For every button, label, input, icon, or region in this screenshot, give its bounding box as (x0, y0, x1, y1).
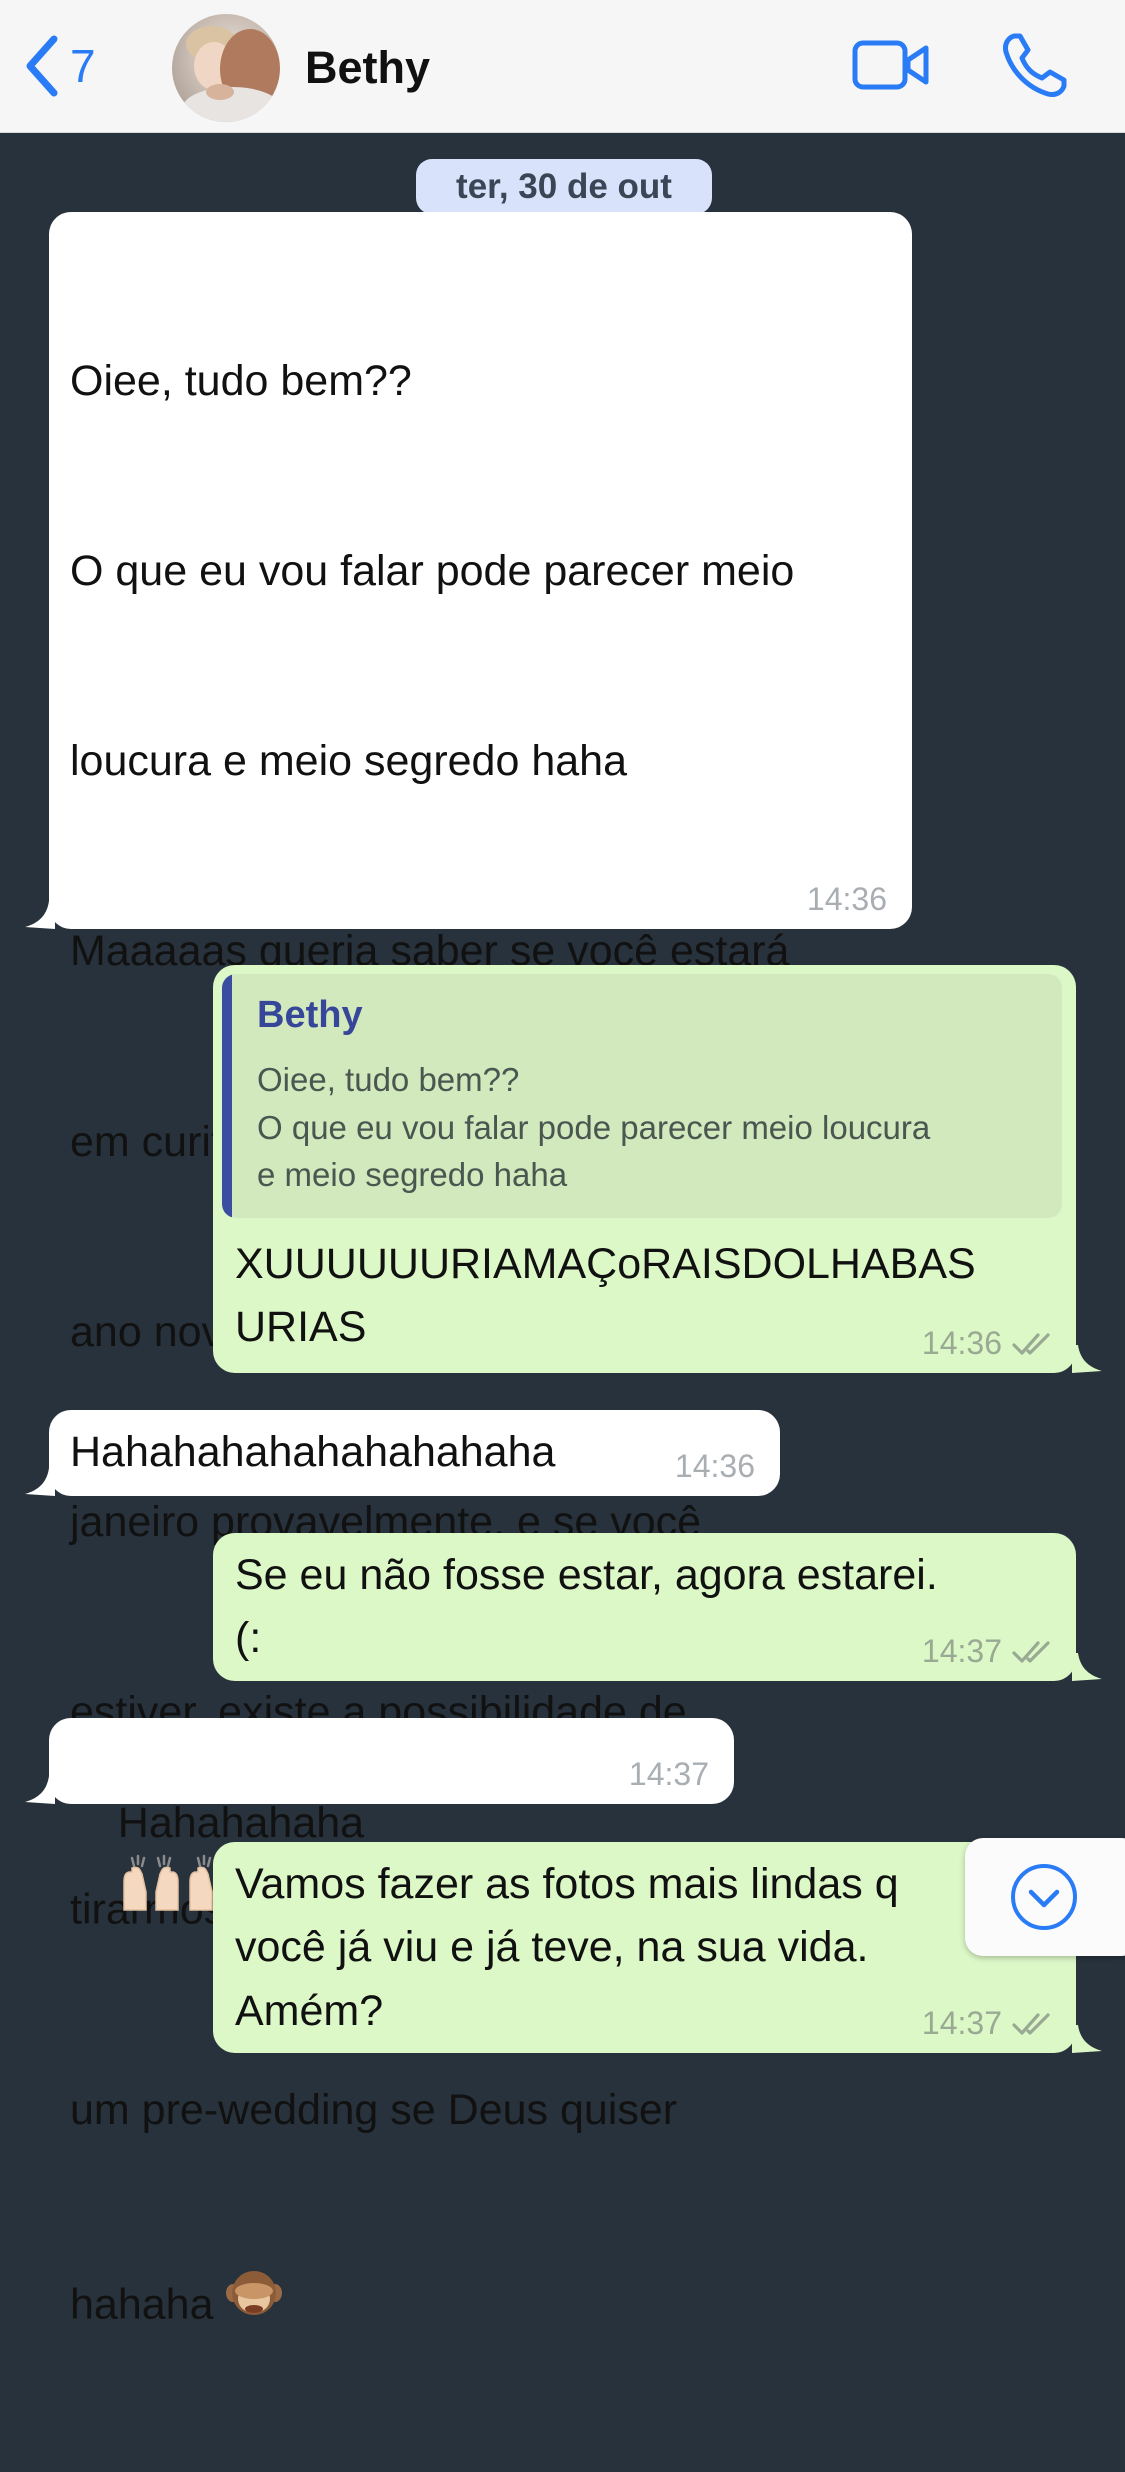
voice-call-button[interactable] (1000, 30, 1070, 105)
scroll-down-icon (1011, 1864, 1077, 1930)
read-checks-icon (1012, 2013, 1050, 2035)
message-bubble-outgoing[interactable]: Bethy Oiee, tudo bem?? O que eu vou fala… (213, 965, 1102, 1373)
message-line: um pre-wedding se Deus quiser (70, 2085, 678, 2134)
bubble-tail (25, 1776, 55, 1804)
message-time: 14:36 (806, 881, 887, 917)
bubble-tail (1072, 1345, 1102, 1373)
video-camera-icon (852, 40, 929, 90)
message-line: Oiee, tudo bem?? (70, 356, 412, 405)
chat-header: 7 Bethy (0, 0, 1125, 133)
message-bubble-incoming[interactable]: Hahahahahahahahahaha 14:36 (25, 1410, 780, 1496)
message-time: 14:37 (628, 1756, 709, 1792)
message-bubble-outgoing[interactable]: Vamos fazer as fotos mais lindas q você … (213, 1842, 1102, 2053)
bubble-tail (25, 1468, 55, 1496)
bubble-tail (1072, 2025, 1102, 2053)
video-call-button[interactable] (852, 38, 932, 99)
message-time: 14:36 (674, 1448, 755, 1484)
bubble-tail (1072, 1653, 1102, 1681)
avatar-photo (182, 26, 280, 122)
contact-name[interactable]: Bethy (305, 40, 430, 96)
message-time: 14:37 (921, 1633, 1002, 1669)
read-checks-icon (1012, 1333, 1050, 1355)
bubble-tail (25, 901, 55, 929)
message-line: loucura e meio segredo haha (70, 737, 627, 786)
raising-hands-icon (118, 1852, 184, 1932)
quote-text: Oiee, tudo bem?? O que eu vou falar pode… (257, 1061, 931, 1193)
message-time: 14:37 (921, 2005, 1002, 2041)
back-chevron-icon (26, 35, 58, 97)
phone-icon (1003, 33, 1067, 97)
quote-author: Bethy (257, 994, 363, 1036)
avatar[interactable] (172, 14, 280, 122)
message-line: hahaha (70, 2269, 910, 2345)
message-bubble-incoming[interactable]: Oiee, tudo bem?? O que eu vou falar pode… (25, 212, 912, 2329)
message-bubble-outgoing[interactable]: Se eu não fosse estar, agora estarei. (:… (213, 1533, 1102, 1681)
see-no-evil-monkey-icon (225, 2265, 283, 2341)
date-divider: ter, 30 de out (416, 159, 712, 214)
reply-quote[interactable]: Bethy Oiee, tudo bem?? O que eu vou fala… (222, 974, 1062, 1218)
quote-bar (222, 974, 232, 1218)
message-text: Hahahahahahahahahaha (70, 1428, 556, 1476)
back-button[interactable]: 7 (22, 30, 96, 102)
message-line: O que eu vou falar pode parecer meio (70, 547, 795, 596)
read-checks-icon (1012, 1641, 1050, 1663)
unread-count: 7 (70, 40, 96, 92)
message-bubble-incoming[interactable]: Hahahahaha 14:37 (25, 1718, 734, 1911)
scroll-to-bottom-button[interactable] (965, 1838, 1125, 1956)
message-time: 14:36 (921, 1325, 1002, 1361)
